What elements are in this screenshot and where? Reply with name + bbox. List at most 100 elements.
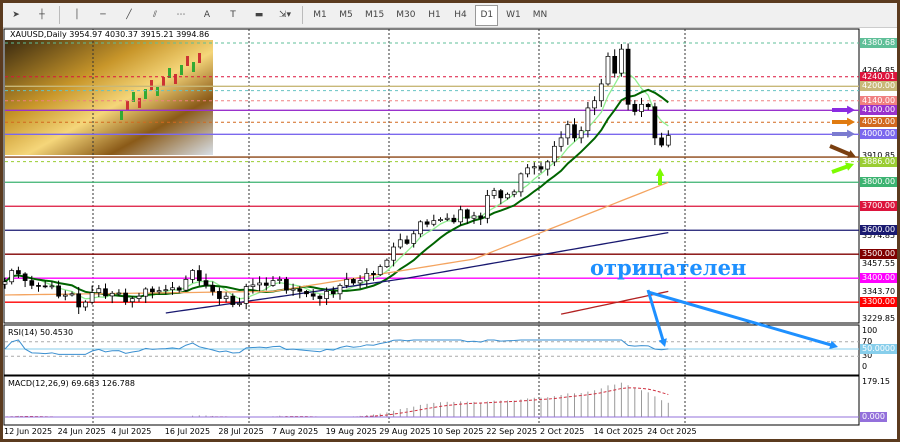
chart-canvas[interactable] (0, 0, 900, 442)
candle-body (424, 221, 430, 225)
candle-body (659, 137, 664, 146)
candle-body (237, 303, 242, 305)
thumbnail-candle (180, 65, 183, 75)
price-level-label: 4200.00 (860, 81, 898, 92)
price-scale-label: 3343.70 (862, 286, 896, 296)
candle-body (103, 288, 108, 297)
price-scale-label: 3457.55 (862, 259, 896, 269)
candle-body (632, 103, 638, 112)
macd-label: MACD(12,26,9) 69.683 126.788 (8, 379, 135, 388)
candle-body (478, 215, 484, 219)
candle-body (585, 107, 591, 132)
candle-body (491, 190, 497, 196)
candle-body (418, 221, 423, 235)
candle-body (96, 288, 102, 293)
brown-arrow-icon (829, 144, 852, 157)
candle-body (36, 285, 41, 287)
thumbnail-candle (198, 53, 201, 63)
candle-body (69, 293, 75, 296)
candle-body (364, 273, 370, 281)
price-level-label: 3300.00 (860, 297, 898, 308)
candle-body (109, 292, 115, 297)
purple-arrow-icon-head (847, 105, 855, 115)
candle-body (565, 124, 571, 139)
macd-scale-label: 179.15 (862, 377, 890, 386)
date-axis-label: 16 Jul 2025 (164, 427, 211, 436)
candle-body (384, 259, 390, 268)
date-axis-label: 14 Oct 2025 (593, 427, 644, 436)
slateblue-arrow-icon-head (847, 129, 855, 139)
annotation-text: отрицателен (590, 255, 747, 280)
candle-body (129, 298, 135, 303)
candle-body (371, 273, 376, 275)
candle-body (123, 292, 128, 303)
candle-body (344, 279, 350, 286)
candle-body (2, 281, 8, 285)
candle-body (136, 295, 142, 299)
candle-body (552, 145, 557, 163)
thumbnail-candle (120, 110, 123, 120)
candle-body (290, 288, 296, 291)
candle-body (16, 270, 21, 275)
candle-body (42, 285, 48, 288)
candle-body (357, 280, 363, 284)
price-level-label: 3400.00 (860, 273, 898, 284)
candle-body (29, 280, 35, 286)
candle-body (304, 291, 309, 295)
candle-body (485, 195, 490, 219)
candle-body (505, 193, 510, 199)
price-level-label: 4100.00 (860, 105, 898, 116)
date-axis-label: 29 Aug 2025 (379, 427, 431, 436)
price-level-label: 4140.00 (860, 95, 898, 106)
candle-body (257, 282, 262, 286)
candle-body (431, 220, 437, 225)
candle-body (190, 270, 195, 280)
orange-arrow-icon-head (847, 117, 855, 127)
candle-body (116, 292, 122, 295)
rsi-current-label: 50.0000 (860, 344, 898, 354)
candle-body (444, 217, 450, 220)
price-scale-label: 3229.85 (862, 314, 896, 323)
thumbnail-candle (138, 98, 141, 108)
candle-body (391, 246, 396, 261)
candle-body (337, 285, 343, 295)
date-axis-label: 10 Sep 2025 (432, 427, 484, 436)
candle-body (183, 279, 189, 291)
candle-body (143, 288, 149, 297)
candle-body (83, 301, 88, 308)
candle-body (243, 286, 249, 304)
date-axis-label: 22 Sep 2025 (486, 427, 538, 436)
date-axis-label: 24 Jun 2025 (57, 427, 106, 436)
candle-body (558, 137, 564, 147)
gold-bars-image (5, 40, 213, 155)
candle-body (619, 48, 624, 74)
candle-body (605, 56, 611, 85)
blue-arrow-icon (646, 289, 665, 343)
rsi-panel-border (3, 324, 860, 376)
candle-body (531, 166, 537, 169)
thumbnail-candle (126, 101, 129, 111)
price-level-label: 4240.01 (860, 71, 898, 82)
candle-body (511, 191, 517, 195)
price-level-label: 3500.00 (860, 249, 898, 260)
candle-body (645, 103, 651, 108)
thumbnail-candle (150, 80, 153, 90)
candle-body (56, 285, 61, 297)
macd-zero-label: 0.000 (860, 412, 887, 422)
candle-body (270, 280, 276, 286)
candle-body (598, 83, 604, 102)
candle-body (223, 295, 229, 299)
candle-body (277, 279, 283, 281)
candle-body (498, 190, 504, 199)
candle-body (578, 130, 584, 139)
candle-body (612, 56, 618, 74)
candle-body (62, 294, 68, 297)
green-arrow-icon (831, 163, 850, 174)
candle-body (538, 166, 544, 170)
candle-body (263, 282, 269, 286)
candle-body (176, 287, 182, 291)
candle-body (150, 288, 155, 293)
candle-body (545, 161, 551, 170)
price-level-label: 4000.00 (860, 129, 898, 140)
price-level-label: 3700.00 (860, 201, 898, 212)
